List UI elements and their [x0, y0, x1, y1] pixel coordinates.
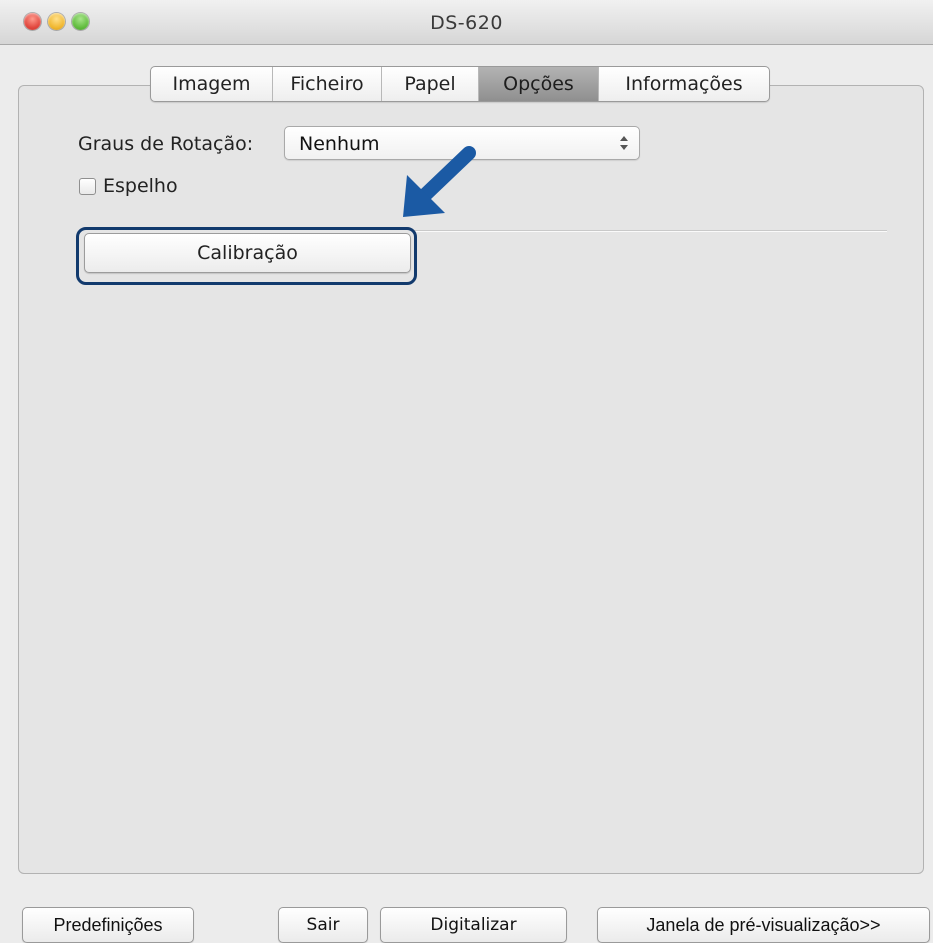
tab-bar: Imagem Ficheiro Papel Opções Informações — [150, 66, 770, 102]
tab-opcoes[interactable]: Opções — [479, 67, 599, 101]
tab-informacoes[interactable]: Informações — [599, 67, 769, 101]
calibration-button[interactable]: Calibração — [84, 233, 411, 273]
tab-imagem[interactable]: Imagem — [151, 67, 273, 101]
presets-button[interactable]: Predefinições — [22, 907, 194, 943]
mirror-checkbox[interactable] — [79, 178, 96, 195]
window-title: DS-620 — [430, 12, 503, 34]
pointer-arrow-icon — [403, 146, 476, 217]
mirror-label[interactable]: Espelho — [103, 175, 178, 197]
separator — [413, 230, 887, 232]
title-bar: DS-620 — [0, 0, 933, 45]
rotation-select-value: Nenhum — [299, 133, 380, 155]
tab-papel[interactable]: Papel — [382, 67, 479, 101]
exit-button[interactable]: Sair — [278, 907, 368, 943]
preview-window-button[interactable]: Janela de pré-visualização>> — [597, 907, 930, 943]
scan-button[interactable]: Digitalizar — [380, 907, 567, 943]
rotation-label: Graus de Rotação: — [78, 133, 254, 155]
up-down-arrows-icon — [619, 134, 629, 152]
tab-ficheiro[interactable]: Ficheiro — [273, 67, 382, 101]
